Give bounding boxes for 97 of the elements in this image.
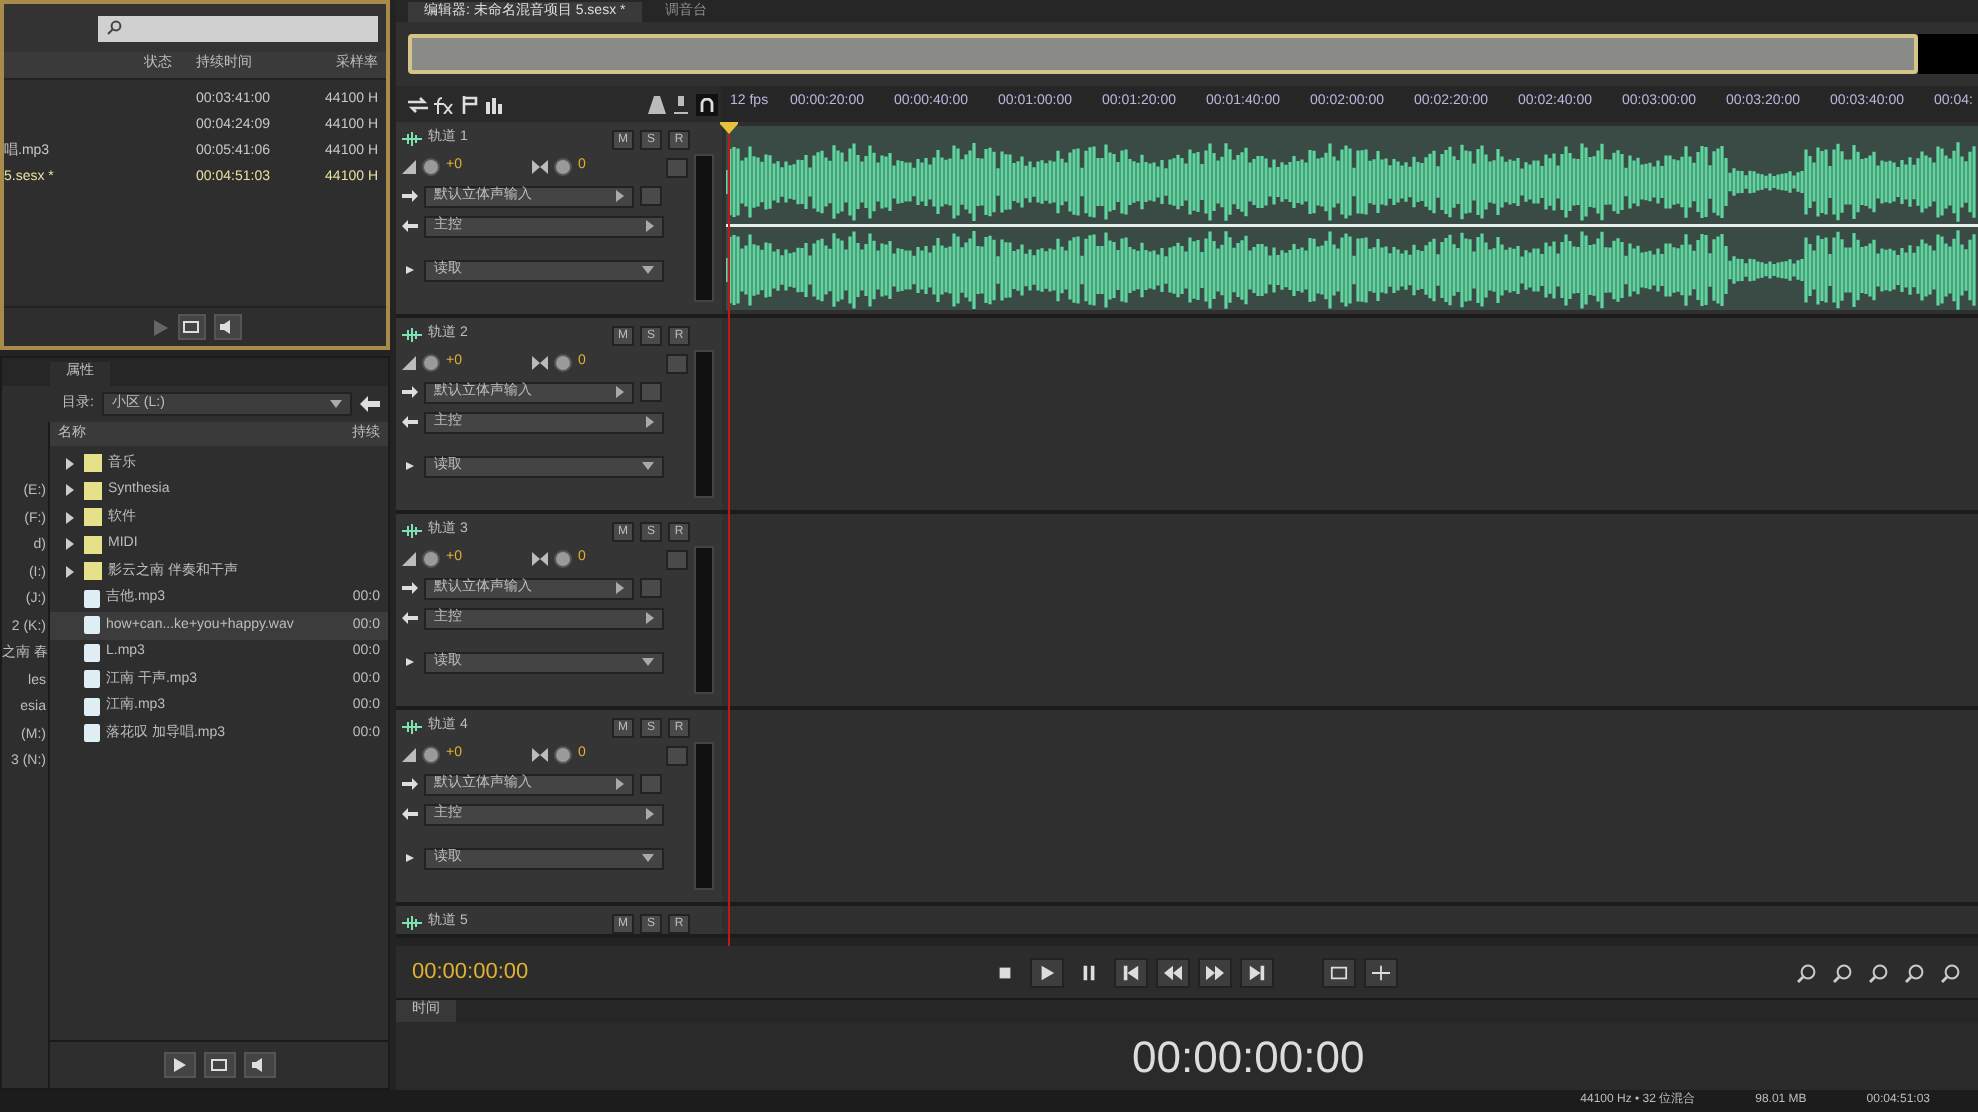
- caret-icon: [616, 190, 624, 202]
- right-arrow-icon: [402, 386, 418, 398]
- zoom-selection-icon: [1903, 961, 1925, 983]
- right-arrow-icon: [402, 778, 418, 790]
- play-icon: [1038, 963, 1056, 981]
- volume-icon: [402, 552, 416, 566]
- zoom-out-icon: [1831, 961, 1853, 983]
- caret-icon: [616, 386, 624, 398]
- current-time: 00:00:00:00: [412, 957, 531, 988]
- pan-icon: [532, 552, 548, 566]
- volume-icon: [402, 356, 416, 370]
- volume-knob[interactable]: [422, 158, 440, 176]
- pan-knob[interactable]: [554, 354, 572, 372]
- play-button[interactable]: [163, 1052, 195, 1078]
- microphone-icon[interactable]: [672, 95, 690, 113]
- skip-forward-button[interactable]: [1240, 957, 1274, 987]
- loop-button[interactable]: [1322, 957, 1356, 987]
- waveform-icon: [402, 916, 422, 930]
- swap-arrows-icon[interactable]: [408, 95, 428, 113]
- caret-icon: [642, 658, 654, 666]
- left-arrow-icon: [402, 612, 418, 624]
- search-field[interactable]: [98, 15, 378, 41]
- volume-icon: [402, 160, 416, 174]
- caret-icon: [646, 220, 654, 232]
- right-arrow-icon: [402, 190, 418, 202]
- volume-knob[interactable]: [422, 354, 440, 372]
- caret-icon: [330, 400, 342, 408]
- caret-icon: [642, 462, 654, 470]
- back-arrow-icon[interactable]: [360, 396, 380, 412]
- waveform-icon: [402, 328, 422, 342]
- speaker-icon: [218, 320, 236, 334]
- pan-knob[interactable]: [554, 550, 572, 568]
- left-arrow-icon: [402, 416, 418, 428]
- fx-icon[interactable]: [434, 95, 454, 113]
- expand-arrow-icon: [402, 852, 418, 864]
- fast-forward-icon: [1206, 963, 1224, 981]
- expand-arrow-icon[interactable]: [66, 484, 74, 497]
- zoom-in-icon: [1795, 961, 1817, 983]
- waveform-icon: [402, 132, 422, 146]
- time-display: 00:00:00:00: [1132, 1029, 1365, 1085]
- pan-icon: [532, 160, 548, 174]
- waveform-icon: [402, 524, 422, 538]
- bars-icon[interactable]: [484, 95, 502, 113]
- zoom-track-icon: [1939, 961, 1961, 983]
- skip-selection-icon: [1372, 963, 1390, 981]
- play-button[interactable]: [1030, 957, 1064, 987]
- skip-back-button[interactable]: [1114, 957, 1148, 987]
- pan-knob[interactable]: [554, 746, 572, 764]
- caret-icon: [616, 778, 624, 790]
- loop-button[interactable]: [203, 1052, 235, 1078]
- search-icon: [106, 20, 122, 36]
- rewind-button[interactable]: [1156, 957, 1190, 987]
- expand-arrow-icon[interactable]: [66, 511, 74, 524]
- loop-icon: [182, 320, 200, 334]
- loop-button[interactable]: [177, 314, 205, 340]
- expand-arrow-icon[interactable]: [66, 457, 74, 470]
- rewind-icon: [1164, 963, 1182, 981]
- pan-icon: [532, 748, 548, 762]
- caret-icon: [646, 416, 654, 428]
- waveform-icon: [402, 720, 422, 734]
- speaker-icon: [250, 1058, 268, 1072]
- volume-knob[interactable]: [422, 550, 440, 568]
- overview-scrollbar[interactable]: [408, 34, 1918, 74]
- skip-back-icon: [1122, 963, 1140, 981]
- play-icon: [172, 1058, 186, 1072]
- volume-knob[interactable]: [422, 746, 440, 764]
- snap-button[interactable]: [696, 93, 718, 115]
- skip-forward-icon: [1248, 963, 1266, 981]
- caret-icon: [616, 582, 624, 594]
- caret-icon: [642, 266, 654, 274]
- zoom-fit-icon: [1867, 961, 1889, 983]
- speaker-button[interactable]: [213, 314, 241, 340]
- expand-arrow-icon: [402, 656, 418, 668]
- left-arrow-icon: [402, 808, 418, 820]
- pan-knob[interactable]: [554, 158, 572, 176]
- expand-arrow-icon[interactable]: [66, 538, 74, 551]
- skip-selection-button[interactable]: [1364, 957, 1398, 987]
- loop-icon: [210, 1058, 228, 1072]
- volume-icon: [402, 748, 416, 762]
- expand-arrow-icon[interactable]: [66, 565, 74, 578]
- fast-forward-button[interactable]: [1198, 957, 1232, 987]
- flag-icon[interactable]: [460, 95, 478, 113]
- magnet-icon: [700, 97, 714, 111]
- right-arrow-icon: [402, 582, 418, 594]
- expand-arrow-icon: [402, 460, 418, 472]
- left-arrow-icon: [402, 220, 418, 232]
- pan-icon: [532, 356, 548, 370]
- caret-icon: [646, 612, 654, 624]
- loop-icon: [1330, 963, 1348, 981]
- metronome-icon[interactable]: [648, 95, 666, 113]
- stop-icon: [996, 963, 1014, 981]
- expand-arrow-icon: [402, 264, 418, 276]
- pause-icon: [1080, 963, 1098, 981]
- caret-icon: [642, 854, 654, 862]
- play-icon[interactable]: [149, 317, 169, 337]
- caret-icon: [646, 808, 654, 820]
- speaker-button[interactable]: [243, 1052, 275, 1078]
